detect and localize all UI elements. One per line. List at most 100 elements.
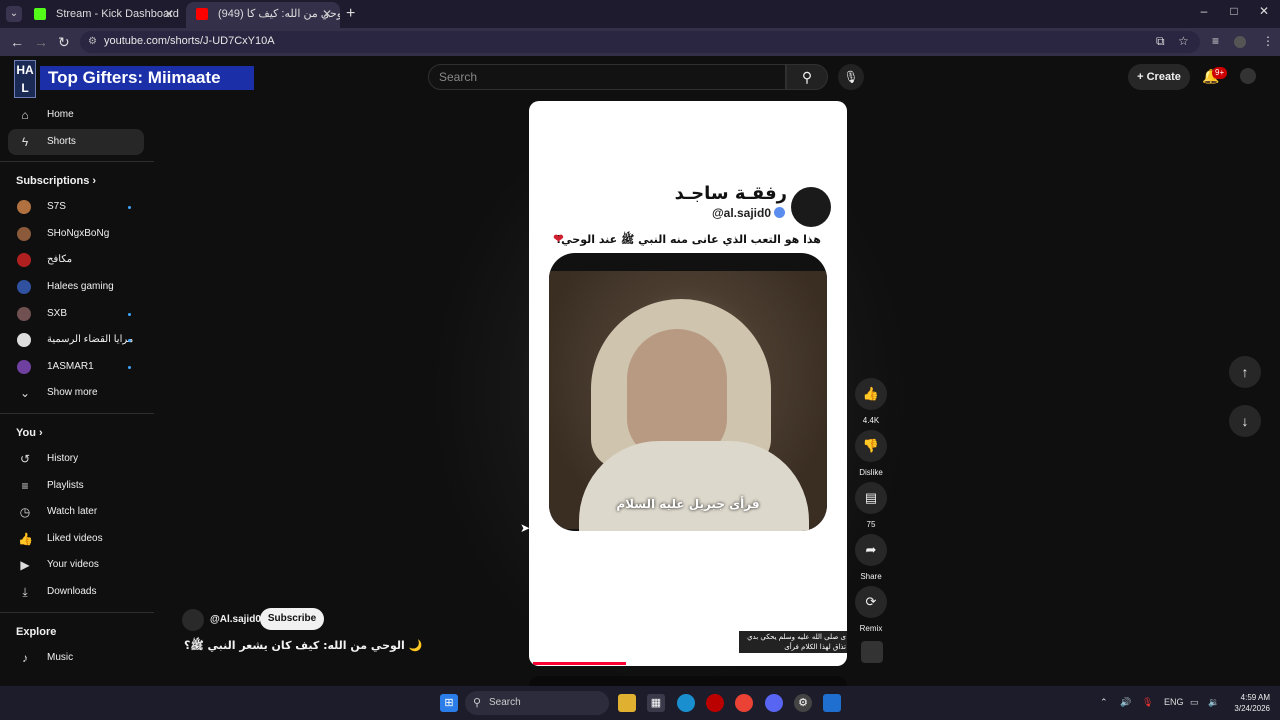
audio-thumbnail[interactable]: [861, 641, 883, 663]
settings-gear-icon[interactable]: ⚙: [794, 694, 812, 712]
search-icon: ⚲: [473, 697, 482, 709]
restore-icon[interactable]: □: [1218, 4, 1250, 18]
short-video-player[interactable]: رفقـة ساجـد @al.sajid0 هذا هو التعب الذي…: [529, 101, 847, 666]
forward-icon[interactable]: →: [34, 34, 48, 50]
browser-menu-icon[interactable]: ⋮: [1262, 34, 1274, 48]
store-icon[interactable]: ▦: [647, 694, 665, 712]
back-icon[interactable]: ←: [10, 34, 24, 50]
speaker-icon[interactable]: 🔊: [1120, 697, 1131, 708]
remix-action[interactable]: ⟳ Remix: [855, 586, 887, 633]
channel-avatar: [17, 200, 31, 215]
sidebar-item-subscription[interactable]: Halees gaming: [0, 274, 154, 301]
sidebar-item-subscription[interactable]: مرايا القضاء الرسمية: [0, 327, 154, 354]
discord-icon[interactable]: [765, 694, 783, 712]
subscribe-button[interactable]: Subscribe: [260, 608, 324, 630]
dislike-action[interactable]: 👎 Dislike: [855, 430, 887, 477]
show-more-label: Show more: [47, 387, 98, 399]
sidebar-item-label: Downloads: [47, 585, 97, 597]
sidebar-item-subscription[interactable]: 1ASMAR1: [0, 354, 154, 381]
video-progress-bar[interactable]: [533, 662, 626, 665]
previous-short-arrow-icon[interactable]: ↑: [1229, 356, 1261, 388]
channel-avatar[interactable]: [182, 609, 204, 631]
account-avatar[interactable]: [1240, 68, 1256, 84]
tab-kick-dashboard[interactable]: Stream - Kick Dashboard ✕: [24, 2, 182, 28]
new-tab-icon[interactable]: +: [346, 5, 355, 23]
minimize-icon[interactable]: –: [1188, 4, 1220, 18]
thobe-shape: [579, 441, 809, 531]
sidebar-item-subscription[interactable]: SXB: [0, 301, 154, 328]
chevron-down-icon: ⌄: [19, 386, 31, 401]
sidebar-item-subscription[interactable]: مكافح: [0, 247, 154, 274]
like-icon[interactable]: 👍: [855, 378, 887, 410]
create-button[interactable]: + Create: [1128, 64, 1190, 90]
clock[interactable]: 4:59 AM 3/24/2026: [1226, 692, 1270, 714]
remix-icon[interactable]: ⟳: [855, 586, 887, 618]
tray-overflow-chevron-icon[interactable]: ⌃: [1100, 697, 1108, 708]
tab-search-button[interactable]: ⌄: [6, 6, 22, 22]
video-subtitle: فرأى جبريل عليه السلام: [616, 497, 760, 511]
microphone-icon[interactable]: 🎙: [838, 64, 864, 90]
volume-icon[interactable]: 🔉: [1208, 697, 1219, 708]
sidebar-item-watch-later[interactable]: ◷ Watch later: [0, 499, 154, 526]
close-tab-icon[interactable]: ✕: [322, 2, 332, 26]
sidebar-item-music[interactable]: ♪ Music: [0, 645, 154, 672]
comments-icon[interactable]: ▤: [855, 482, 887, 514]
next-short-arrow-icon[interactable]: ↓: [1229, 405, 1261, 437]
subscriptions-header[interactable]: Subscriptions ›: [0, 168, 154, 194]
share-icon[interactable]: ➦: [855, 534, 887, 566]
kick-favicon-icon: [34, 8, 46, 20]
app-icon[interactable]: [823, 694, 841, 712]
man-portrait-image: [549, 271, 827, 531]
sidebar-item-subscription[interactable]: S7S: [0, 194, 154, 221]
face-shape: [627, 329, 727, 459]
dislike-icon[interactable]: 👎: [855, 430, 887, 462]
network-icon[interactable]: ▭: [1190, 697, 1199, 708]
close-window-icon[interactable]: ✕: [1248, 4, 1280, 18]
short-title[interactable]: الوحي من الله: كيف كان يشعر النبي ﷺ؟ 🌙: [184, 639, 422, 655]
verified-check-icon: [774, 207, 785, 218]
profile-avatar[interactable]: [1234, 36, 1246, 48]
sidebar-item-label: Home: [47, 109, 74, 120]
sidebar-item-label: مكافح: [47, 254, 73, 266]
windows-start-icon[interactable]: ⊞: [440, 694, 458, 712]
install-app-icon[interactable]: ⧉: [1156, 34, 1165, 49]
next-short-preview[interactable]: [529, 676, 847, 686]
language-indicator[interactable]: ENG: [1164, 697, 1184, 707]
sidebar-item-subscription[interactable]: SHoNgxBoNg: [0, 221, 154, 248]
sidebar-item-playlists[interactable]: ≡ Playlists: [0, 473, 154, 500]
reload-icon[interactable]: ↻: [58, 34, 70, 51]
comments-action[interactable]: ▤ 75: [855, 482, 887, 529]
search-icon[interactable]: ⚲: [786, 64, 828, 90]
like-action[interactable]: 👍 4.4K: [855, 378, 887, 425]
file-explorer-icon[interactable]: [618, 694, 636, 712]
sidebar-item-history[interactable]: ↺ History: [0, 446, 154, 473]
playlists-icon: ≡: [21, 478, 29, 493]
channel-avatar: [17, 359, 31, 374]
bookmark-star-icon[interactable]: ☆: [1178, 34, 1189, 48]
sidebar-item-liked-videos[interactable]: 👍 Liked videos: [0, 526, 154, 553]
taskbar-search[interactable]: ⚲ Search: [465, 691, 609, 715]
sidebar-item-downloads[interactable]: ⤓ Downloads: [0, 579, 154, 606]
share-action[interactable]: ➦ Share: [855, 534, 887, 581]
microphone-icon[interactable]: 🎙: [1142, 697, 1153, 708]
video-account-avatar: [791, 187, 831, 227]
chrome-icon[interactable]: [735, 694, 753, 712]
close-tab-icon[interactable]: ✕: [164, 2, 174, 26]
reading-list-icon[interactable]: ≡: [1212, 34, 1219, 48]
app-icon[interactable]: [706, 694, 724, 712]
stream-overlay-logo: HA L: [14, 60, 36, 98]
sidebar-item-home[interactable]: ⌂ Home: [0, 102, 154, 129]
tab-youtube-short[interactable]: (949) الوحي من الله: كيف كا ✕: [186, 2, 340, 28]
clock-date: 3/24/2026: [1234, 704, 1270, 713]
search-input[interactable]: [439, 70, 769, 84]
sidebar-item-your-videos[interactable]: ▶ Your videos: [0, 552, 154, 579]
sidebar-item-shorts[interactable]: ϟ Shorts: [8, 128, 144, 156]
you-header[interactable]: You ›: [0, 420, 154, 446]
show-more-button[interactable]: ⌄ Show more: [0, 380, 154, 407]
edge-icon[interactable]: [677, 694, 695, 712]
site-info-icon[interactable]: ⚙: [88, 36, 97, 47]
history-icon: ↺: [19, 451, 31, 466]
taskbar-search-label: Search: [489, 697, 521, 708]
channel-name[interactable]: @Al.sajid0: [210, 614, 261, 625]
url-field[interactable]: ⚙ youtube.com/shorts/J-UD7CxY10A: [80, 31, 1200, 53]
